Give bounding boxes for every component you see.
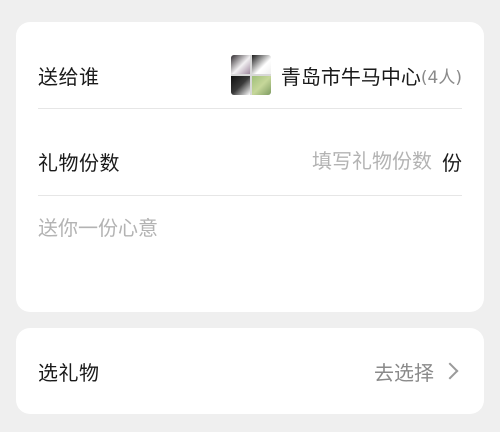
member-avatar (251, 76, 271, 95)
choose-gift-action[interactable]: 去选择 (374, 357, 462, 386)
group-member-count: (4人) (420, 67, 462, 88)
recipient-row[interactable]: 送给谁 青岛市牛马中心 (4人) (38, 44, 462, 106)
choose-gift-action-text: 去选择 (374, 360, 434, 385)
gift-message-input[interactable] (38, 212, 458, 282)
member-avatar (230, 76, 250, 95)
divider (38, 195, 462, 196)
choose-gift-card: 选礼物 去选择 (16, 328, 484, 414)
group-name: 青岛市牛马中心 (280, 64, 421, 89)
gift-details-card: 送给谁 青岛市牛马中心 (4人) 礼物份数 份 (16, 22, 484, 312)
quantity-input-group: 份 (242, 147, 462, 176)
member-avatar (230, 55, 250, 74)
group-avatar (230, 55, 271, 95)
quantity-label: 礼物份数 (38, 150, 120, 175)
chevron-right-icon (441, 362, 459, 380)
choose-gift-label: 选礼物 (38, 360, 100, 385)
choose-gift-row[interactable]: 选礼物 去选择 (38, 328, 462, 414)
quantity-input[interactable] (242, 149, 432, 173)
recipient-selector[interactable]: 青岛市牛马中心 (4人) (230, 55, 462, 95)
recipient-label: 送给谁 (38, 64, 100, 89)
quantity-row: 礼物份数 份 (38, 131, 462, 191)
quantity-unit: 份 (442, 150, 462, 175)
divider (38, 108, 462, 109)
member-avatar (251, 55, 271, 74)
